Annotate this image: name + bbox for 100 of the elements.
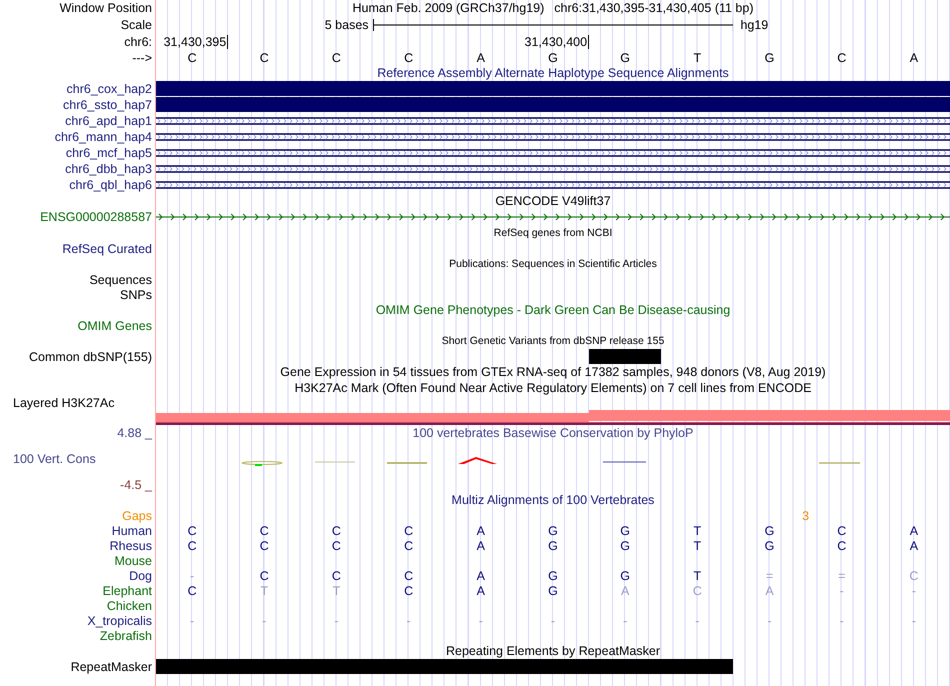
track-label[interactable]: 100 Vert. Cons: [0, 452, 96, 466]
aligned-base: G: [548, 568, 558, 582]
track-title: Publications: Sequences in Scientific Articles: [449, 257, 657, 271]
track-label[interactable]: chr6_qbl_hap6: [69, 178, 152, 192]
aligned-base: -: [406, 614, 411, 628]
aligned-base: G: [620, 538, 630, 552]
aligned-base: C: [260, 568, 269, 582]
track-title: Repeating Elements by RepeatMasker: [446, 644, 660, 658]
species-label[interactable]: Rhesus: [110, 538, 152, 552]
aligned-base: G: [620, 568, 630, 582]
aligned-base: G: [548, 584, 558, 598]
species-label[interactable]: X_tropicalis: [87, 614, 152, 628]
aligned-base: -: [840, 614, 844, 628]
track-label[interactable]: RefSeq Curated: [62, 242, 152, 256]
position-tick-label: 31,430,395: [164, 34, 228, 48]
aligned-base: A: [765, 584, 774, 598]
aligned-base: -: [550, 614, 556, 628]
reference-base: T: [694, 50, 702, 64]
track-title: 100 vertebrates Basewise Conservation by PhyloP: [412, 426, 694, 440]
aligned-base: A: [476, 538, 485, 552]
aligned-base: C: [837, 524, 846, 538]
track-title: H3K27Ac Mark (Often Found Near Active Regulatory Elements) on 7 cell lines from ENCODE: [294, 381, 812, 395]
aligned-base: -: [478, 614, 483, 628]
axis-min-label: -4.5 _: [120, 478, 152, 492]
axis-max-label: 4.88 _: [117, 426, 152, 440]
track-title: GENCODE V49lift37: [495, 194, 611, 208]
aligned-base: C: [404, 584, 414, 598]
aligned-base: C: [260, 538, 269, 552]
aligned-base: C: [188, 584, 197, 598]
reference-base: C: [188, 50, 197, 64]
aligned-base: C: [404, 568, 414, 582]
aligned-base: G: [548, 538, 558, 552]
reference-base: C: [404, 50, 414, 64]
aligned-base: A: [476, 568, 485, 582]
assembly-db: hg19: [739, 18, 768, 32]
aligned-base: -: [262, 614, 266, 628]
species-label[interactable]: Zebrafish: [100, 628, 152, 642]
track-title: Reference Assembly Alternate Haplotype Sequence Alignments: [377, 66, 729, 80]
aligned-base: -: [695, 614, 700, 628]
species-label[interactable]: Dog: [129, 568, 152, 582]
aligned-base: C: [837, 538, 846, 552]
track-label[interactable]: chr6_mann_hap4: [54, 130, 152, 144]
species-label[interactable]: Elephant: [102, 584, 152, 598]
aligned-base: A: [910, 524, 918, 538]
track-label[interactable]: OMIM Genes: [78, 318, 152, 332]
aligned-base: G: [548, 524, 558, 538]
reference-base: G: [764, 50, 774, 64]
aligned-base: T: [694, 524, 702, 538]
assembly-name: Human Feb. 2009 (GRCh37/hg19): [352, 1, 544, 15]
aligned-base: C: [260, 524, 269, 538]
reference-base: C: [837, 50, 846, 64]
track-label[interactable]: Sequences: [89, 272, 152, 286]
aligned-base: C: [332, 568, 341, 582]
aligned-base: T: [694, 568, 702, 582]
track-label[interactable]: SNPs: [120, 288, 152, 302]
track-label[interactable]: Layered H3K27Ac: [0, 396, 114, 410]
aligned-base: G: [764, 524, 774, 538]
track-title: RefSeq genes from NCBI: [494, 226, 612, 240]
aligned-base: C: [909, 568, 918, 582]
track-label[interactable]: RepeatMasker: [70, 660, 152, 674]
species-label[interactable]: Human: [112, 524, 152, 538]
reference-base: G: [620, 50, 630, 64]
aligned-base: -: [840, 584, 844, 598]
track-title: Multiz Alignments of 100 Vertebrates: [452, 493, 654, 507]
track-label[interactable]: chr6_ssto_hap7: [63, 98, 152, 112]
reference-base: C: [332, 50, 341, 64]
aligned-base: A: [476, 584, 485, 598]
aligned-base: -: [912, 614, 916, 628]
track-label[interactable]: chr6_mcf_hap5: [66, 146, 152, 160]
aligned-base: -: [767, 614, 772, 628]
aligned-base: =: [766, 568, 774, 582]
species-label[interactable]: Mouse: [114, 554, 152, 568]
aligned-base: A: [910, 538, 918, 552]
aligned-base: -: [190, 614, 194, 628]
aligned-base: =: [838, 568, 846, 582]
aligned-base: -: [912, 584, 916, 598]
track-label[interactable]: Common dbSNP(155): [29, 350, 152, 364]
track-label[interactable]: chr6_apd_hap1: [65, 114, 152, 128]
track-title: Short Genetic Variants from dbSNP release 155: [442, 334, 664, 348]
aligned-base: C: [188, 538, 197, 552]
reference-base: G: [548, 50, 558, 64]
aligned-base: G: [620, 524, 630, 538]
aligned-base: T: [694, 538, 702, 552]
aligned-base: C: [692, 584, 702, 598]
position-tick-label: 31,430,400: [524, 34, 590, 48]
aligned-base: T: [260, 584, 268, 598]
gene-label[interactable]: ENSG00000288587: [40, 210, 152, 224]
aligned-base: C: [332, 524, 341, 538]
row-label: Scale: [120, 18, 152, 32]
aligned-base: T: [332, 584, 340, 598]
aligned-base: A: [476, 524, 485, 538]
aligned-base: -: [190, 568, 194, 582]
row-label: chr6:: [124, 34, 152, 48]
aligned-base: C: [404, 538, 414, 552]
track-title: Gene Expression in 54 tissues from GTEx RNA-seq of 17382 samples, 948 donors (V8, Aug 2019): [280, 365, 826, 379]
track-label[interactable]: chr6_dbb_hap3: [65, 162, 152, 176]
species-label[interactable]: Chicken: [106, 598, 152, 612]
row-label: Window Position: [60, 1, 152, 15]
reference-base: A: [910, 50, 918, 64]
track-label[interactable]: chr6_cox_hap2: [66, 82, 152, 96]
